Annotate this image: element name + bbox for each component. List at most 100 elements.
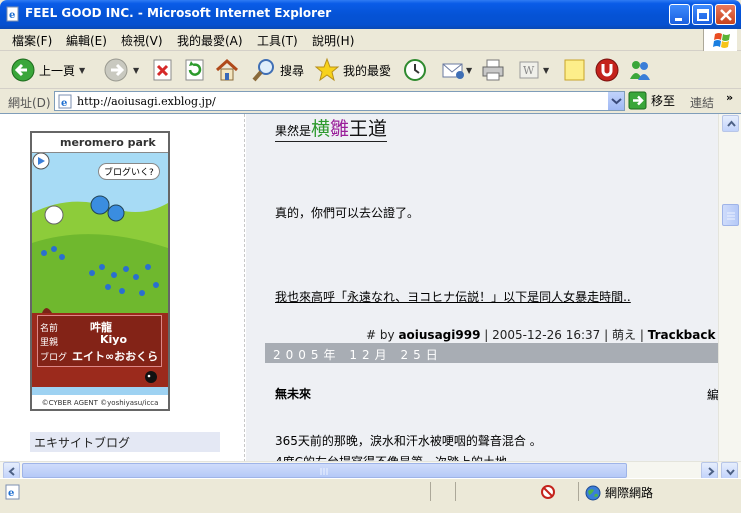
svg-text:W: W xyxy=(523,64,535,77)
links-chevron-icon[interactable]: » xyxy=(726,91,733,104)
horizontal-scrollbar[interactable] xyxy=(0,461,741,479)
address-input[interactable]: e http://aoiusagi.exblog.jp/ xyxy=(54,91,625,111)
search-icon xyxy=(252,59,274,82)
mail-dropdown-icon[interactable]: ▼ xyxy=(466,66,472,75)
forward-dropdown-icon[interactable]: ▼ xyxy=(133,66,139,75)
refresh-icon xyxy=(185,59,204,81)
go-arrow-icon xyxy=(628,91,647,110)
scroll-right-button[interactable] xyxy=(701,462,718,479)
chevron-down-icon xyxy=(611,98,622,105)
back-button[interactable]: 上一頁 ▼ xyxy=(10,57,85,83)
menu-favorites[interactable]: 我的最愛(A) xyxy=(177,32,243,49)
meta-date: 2005-12-26 16:37 xyxy=(492,328,601,342)
horizontal-scroll-thumb[interactable] xyxy=(22,463,627,478)
search-label: 搜尋 xyxy=(280,63,305,78)
address-bar: 網址(D) e http://aoiusagi.exblog.jp/ 移至 連結… xyxy=(0,89,741,113)
maximize-button[interactable] xyxy=(692,4,713,25)
menu-view[interactable]: 檢視(V) xyxy=(121,32,163,49)
badge-hometown-row: 里親 Kiyo xyxy=(40,333,127,348)
page-icon: e xyxy=(58,94,72,109)
refresh-button[interactable] xyxy=(184,57,206,83)
stop-button[interactable] xyxy=(152,57,174,83)
title-bar: e FEEL GOOD INC. - Microsoft Internet Ex… xyxy=(0,0,741,29)
note-icon xyxy=(564,59,585,81)
meta-category[interactable]: 萌え xyxy=(612,328,636,342)
post-title-char3: 王道 xyxy=(349,118,388,140)
badge-brand: meromero park xyxy=(60,136,156,149)
menu-bar: 檔案(F) 編輯(E) 檢視(V) 我的最愛(A) 工具(T) 說明(H) xyxy=(0,29,741,51)
post-line-1: 真的，你們可以去公證了。 xyxy=(275,206,420,220)
star-icon xyxy=(314,57,340,82)
post-more-link[interactable]: 我也來高呼「永遠なれ、ヨコヒナ伝説！」以下是同人女暴走時間.. xyxy=(275,288,631,305)
scroll-down-button[interactable] xyxy=(721,462,738,479)
history-icon xyxy=(404,59,426,81)
badge-blog-value: エイト∞おおくら xyxy=(72,350,159,363)
windows-logo-icon xyxy=(703,29,737,51)
next-post-line-2: 4度C的左台場寫得不像是第一次踏上的土地。 xyxy=(275,453,519,461)
forward-arrow-icon xyxy=(104,58,128,82)
home-button[interactable] xyxy=(214,57,240,83)
page-viewport: meromero park ブログいく? 名前 吽龍 里親 Kiyo ブログ エ… xyxy=(0,113,741,461)
maximize-icon xyxy=(697,9,709,21)
minimize-icon xyxy=(675,18,682,21)
svg-text:e: e xyxy=(8,488,14,499)
badge-speech-bubble: ブログいく? xyxy=(98,163,160,180)
minimize-button[interactable] xyxy=(669,4,690,25)
excite-blog-label: エキサイトブログ xyxy=(34,436,131,450)
menu-edit[interactable]: 編輯(E) xyxy=(66,32,107,49)
excite-blog-link[interactable]: エキサイトブログ xyxy=(30,432,220,452)
research-button[interactable] xyxy=(594,57,620,83)
vertical-scroll-thumb[interactable] xyxy=(722,204,739,226)
meta-sep-2: | xyxy=(604,328,609,342)
vertical-scrollbar[interactable] xyxy=(718,114,741,461)
post-title[interactable]: 果然是横雛王道 xyxy=(275,114,388,142)
scroll-up-button[interactable] xyxy=(722,115,739,132)
badge-copyright: ©CYBER AGENT ©yoshiyasu/icca xyxy=(32,395,168,409)
discuss-button[interactable] xyxy=(562,57,588,83)
menu-help[interactable]: 說明(H) xyxy=(312,32,354,49)
scroll-left-button[interactable] xyxy=(3,462,20,479)
meta-sep-3: | xyxy=(639,328,644,342)
back-label: 上一頁 xyxy=(39,63,76,78)
edit-dropdown-icon[interactable]: ▼ xyxy=(543,66,549,75)
status-pane-1 xyxy=(430,482,450,501)
window-title: FEEL GOOD INC. - Microsoft Internet Expl… xyxy=(25,6,332,20)
menu-tools[interactable]: 工具(T) xyxy=(257,32,298,49)
popup-blocker-icon[interactable] xyxy=(540,484,558,500)
globe-icon xyxy=(585,485,601,500)
print-button[interactable] xyxy=(480,57,506,83)
close-button[interactable] xyxy=(715,4,736,25)
search-button[interactable]: 搜尋 xyxy=(251,57,304,83)
ie-page-icon: e xyxy=(6,6,19,22)
forward-button[interactable]: ▼ xyxy=(103,57,139,83)
date-header: 2005年 12月 25日 xyxy=(265,343,718,363)
badge-hometown-value: Kiyo xyxy=(100,333,128,346)
home-icon xyxy=(215,58,239,81)
go-button[interactable]: 移至 xyxy=(628,91,675,110)
date-header-text: 2005年 12月 25日 xyxy=(273,348,443,362)
svg-text:e: e xyxy=(9,10,15,21)
meta-author[interactable]: aoiusagi999 xyxy=(398,328,480,342)
page-status-icon: e xyxy=(5,484,20,500)
back-arrow-icon xyxy=(11,58,35,82)
links-label[interactable]: 連結 xyxy=(690,94,714,111)
address-label: 網址(D) xyxy=(8,96,51,110)
close-icon xyxy=(720,9,732,21)
edit-button[interactable]: W ▼ xyxy=(517,57,549,83)
badge-blog-label: ブログ xyxy=(40,353,68,363)
messenger-button[interactable] xyxy=(627,57,653,83)
next-post-edit-link[interactable]: 編 xyxy=(707,386,718,403)
badge-header: meromero park xyxy=(32,133,168,153)
back-dropdown-icon[interactable]: ▼ xyxy=(79,66,85,75)
permalink-hash[interactable]: # xyxy=(366,328,376,342)
badge-blog-row: ブログ エイト∞おおくら xyxy=(40,350,158,363)
toolbar: 上一頁 ▼ ▼ 搜尋 我的最愛 ▼ W ▼ xyxy=(0,51,741,89)
address-dropdown-button[interactable] xyxy=(607,92,624,110)
meta-sep-1: | xyxy=(484,328,489,342)
meromero-park-badge[interactable]: meromero park ブログいく? 名前 吽龍 里親 Kiyo ブログ エ… xyxy=(30,131,170,411)
menu-file[interactable]: 檔案(F) xyxy=(12,32,52,49)
history-button[interactable] xyxy=(402,57,428,83)
meta-trackback[interactable]: Trackback xyxy=(648,328,716,342)
mail-button[interactable]: ▼ xyxy=(440,57,472,83)
favorites-button[interactable]: 我的最愛 xyxy=(314,57,391,83)
